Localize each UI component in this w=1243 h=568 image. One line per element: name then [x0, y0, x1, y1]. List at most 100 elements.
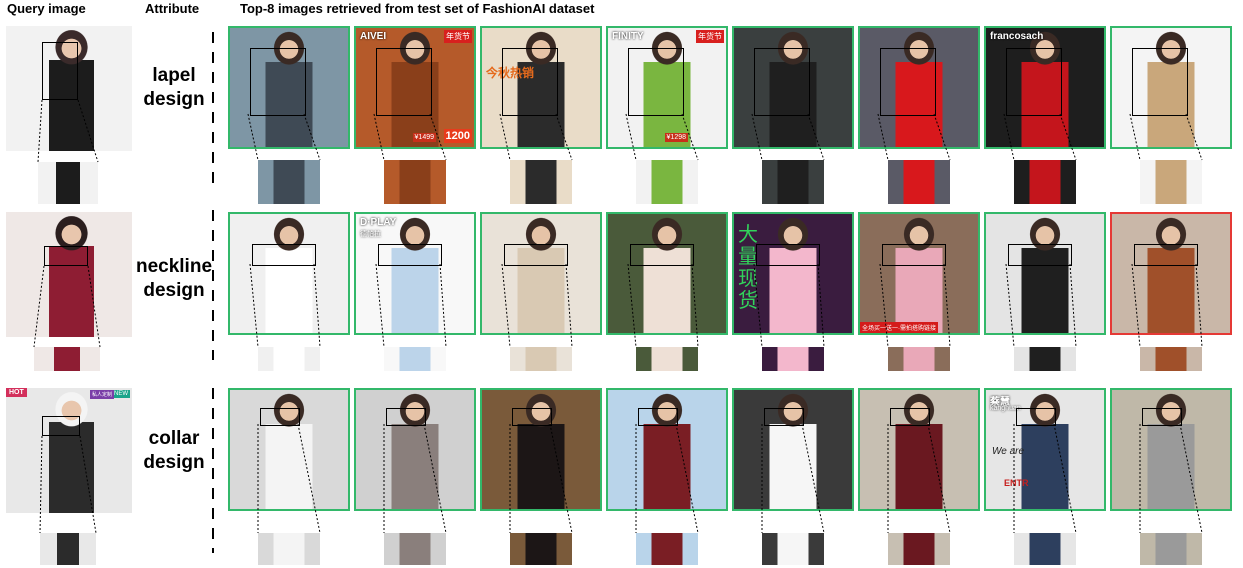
attribute-label-line: lapel	[152, 65, 196, 86]
result-image	[858, 26, 980, 149]
result-image	[1110, 26, 1232, 149]
attribute-label-line: design	[143, 89, 205, 110]
result-bounding-box	[504, 244, 568, 266]
result-image: D·PLAY 德帕拉	[354, 212, 476, 335]
result-image: francosach	[984, 26, 1106, 149]
result-crop	[888, 533, 950, 565]
query-crop-collar	[40, 533, 96, 565]
result-crop	[1014, 533, 1076, 565]
result-crop	[510, 160, 572, 204]
result-crop	[888, 347, 950, 371]
result-bounding-box	[1132, 48, 1188, 116]
query-image-lapel	[6, 26, 132, 151]
query-crop-lapel	[38, 162, 98, 204]
result-image	[732, 388, 854, 511]
result-image-text: 年货节	[444, 30, 472, 43]
result-bounding-box	[630, 244, 694, 266]
result-image-text: 1200	[443, 129, 472, 143]
result-crop	[1140, 347, 1202, 371]
result-image	[228, 388, 350, 511]
result-image	[732, 26, 854, 149]
query-bounding-box	[42, 416, 80, 436]
result-crop	[384, 533, 446, 565]
result-bounding-box	[378, 244, 442, 266]
result-bounding-box	[502, 48, 558, 116]
result-image	[606, 212, 728, 335]
result-bounding-box	[628, 48, 684, 116]
attribute-label-line: neckline	[135, 256, 213, 277]
result-image	[984, 212, 1106, 335]
result-bounding-box	[376, 48, 432, 116]
result-image	[1110, 388, 1232, 511]
result-image: 全场买一送一·需拍搭购链接	[858, 212, 980, 335]
result-image-text: FINITY	[612, 31, 644, 42]
result-crop	[636, 160, 698, 204]
result-bounding-box	[756, 244, 820, 266]
attribute-label-lapel: lapel design	[128, 64, 220, 112]
result-crop	[888, 160, 950, 204]
result-image-text: AIVEI	[360, 31, 387, 42]
result-crop	[384, 160, 446, 204]
result-crop	[636, 347, 698, 371]
hot-badge: HOT	[6, 388, 27, 397]
result-bounding-box	[764, 408, 804, 426]
result-crop	[1140, 160, 1202, 204]
result-crop	[636, 533, 698, 565]
result-image	[228, 212, 350, 335]
query-image-collar: HOT NEW 私人定制	[6, 388, 132, 513]
separator-dashed-line	[212, 32, 214, 192]
query-crop-neckline	[34, 347, 100, 371]
result-bounding-box	[1008, 244, 1072, 266]
attribute-label-collar: collar design	[128, 427, 220, 475]
result-bounding-box	[1142, 408, 1182, 426]
result-bounding-box	[252, 244, 316, 266]
attribute-label-neckline: neckline design	[128, 255, 220, 303]
result-image	[354, 388, 476, 511]
result-image: 今秋热销	[480, 26, 602, 149]
result-bounding-box	[1134, 244, 1198, 266]
result-image-text: 全场买一送一·需拍搭购链接	[860, 322, 938, 333]
result-crop	[1014, 347, 1076, 371]
result-image: AIVEI 年货节 1200 ¥1499	[354, 26, 476, 149]
separator-dashed-line	[212, 210, 214, 360]
result-bounding-box	[880, 48, 936, 116]
result-image-text: 德帕拉	[360, 231, 381, 238]
query-image-header: Query image	[7, 1, 86, 16]
new-badge: NEW	[112, 390, 130, 398]
result-image-text: ¥1499	[412, 133, 436, 142]
result-bounding-box	[882, 244, 946, 266]
result-image	[480, 212, 602, 335]
query-bounding-box	[42, 42, 78, 100]
attribute-label-line: design	[143, 452, 205, 473]
result-crop	[258, 533, 320, 565]
result-crop	[1140, 533, 1202, 565]
result-image	[480, 388, 602, 511]
attribute-label-line: collar	[148, 428, 200, 449]
result-image-text: francosach	[990, 31, 1044, 42]
result-crop	[510, 347, 572, 371]
separator-dashed-line	[212, 388, 214, 553]
result-bounding-box	[512, 408, 552, 426]
result-image	[1110, 212, 1232, 335]
result-image-text: D·PLAY	[360, 217, 397, 228]
result-image-text: 大量现货	[738, 224, 758, 312]
result-image-text: ¥1298	[664, 133, 688, 142]
result-image-text: ENTR	[1004, 478, 1029, 488]
result-crop	[762, 347, 824, 371]
result-image	[606, 388, 728, 511]
result-image: FINITY 年货节 ¥1298	[606, 26, 728, 149]
result-crop	[762, 160, 824, 204]
result-crop	[258, 160, 320, 204]
result-crop	[510, 533, 572, 565]
query-bounding-box	[44, 246, 88, 266]
result-bounding-box	[386, 408, 426, 426]
result-bounding-box	[250, 48, 306, 116]
result-image	[858, 388, 980, 511]
result-image-text: We are	[992, 446, 1025, 457]
attribute-label-line: design	[143, 280, 205, 301]
results-header: Top-8 images retrieved from test set of …	[240, 1, 595, 16]
result-crop	[384, 347, 446, 371]
result-image: 大量现货	[732, 212, 854, 335]
result-crop	[1014, 160, 1076, 204]
result-bounding-box	[890, 408, 930, 426]
